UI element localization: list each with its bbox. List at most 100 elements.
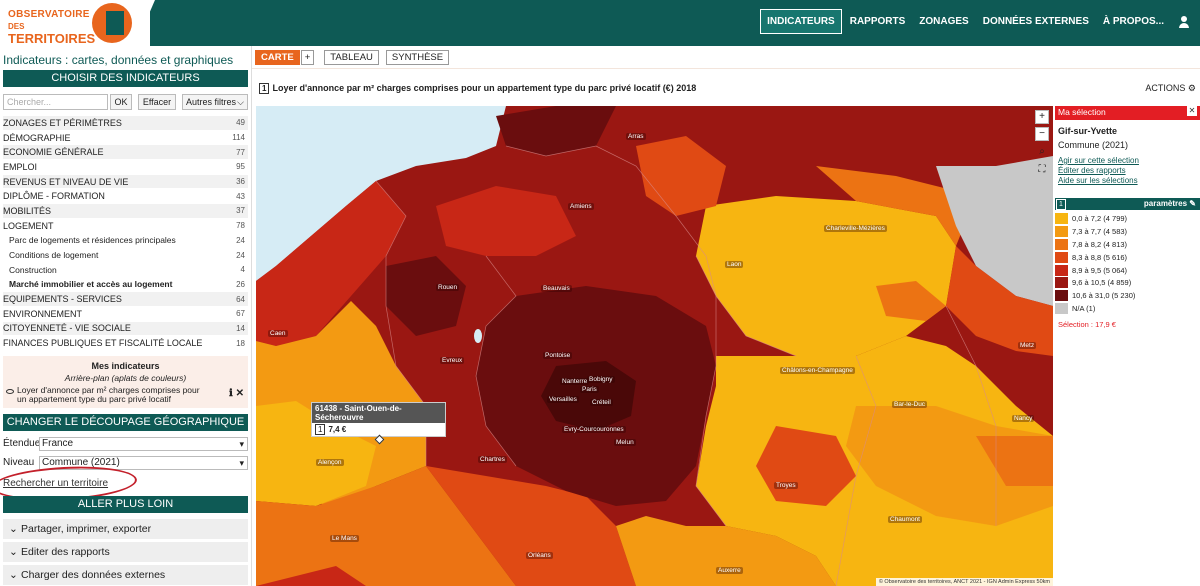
city-label-rouen: Rouen [436, 284, 460, 291]
subcategory-label: Conditions de logement [9, 250, 99, 261]
city-label-evry-courcouronnes: Evry-Courcouronnes [562, 426, 626, 433]
nav-indicateurs[interactable]: INDICATEURS [760, 9, 842, 34]
category-label: EMPLOI [3, 161, 38, 172]
share-print-export-accordion[interactable]: ⌄ Partager, imprimer, exporter [3, 519, 248, 539]
category-count: 18 [236, 338, 245, 348]
category-item[interactable]: DÉMOGRAPHIE 114 [3, 131, 248, 146]
nav-a-propos[interactable]: À PROPOS... [1097, 10, 1170, 33]
legend-label: 0,0 à 7,2 (4 799) [1072, 214, 1128, 224]
legend-item[interactable]: 10,6 à 31,0 (5 230) [1055, 290, 1200, 302]
change-geography-header[interactable]: CHANGER LE DÉCOUPAGE GÉOGRAPHIQUE [3, 414, 248, 431]
legend-params-button[interactable]: paramètres ✎ [1144, 199, 1196, 208]
legend-label: 7,8 à 8,2 (4 813) [1072, 239, 1128, 249]
category-item[interactable]: EQUIPEMENTS - SERVICES 64 [3, 292, 248, 307]
legend-item[interactable]: 7,3 à 7,7 (4 583) [1055, 226, 1200, 238]
tab-synthese[interactable]: SYNTHÈSE [385, 50, 450, 65]
category-item[interactable]: FINANCES PUBLIQUES ET FISCALITÉ LOCALE 18 [3, 336, 248, 351]
selection-header: Ma sélection ✕ [1055, 106, 1200, 120]
category-label: EQUIPEMENTS - SERVICES [3, 294, 122, 305]
clear-button[interactable]: Effacer [138, 94, 176, 110]
subcategory-item[interactable]: Parc de logements et résidences principa… [3, 234, 248, 249]
search-icon[interactable]: ⌕ [1035, 146, 1049, 160]
subcategory-item-selected[interactable]: Marché immobilier et accès au logement 26 [3, 278, 248, 293]
city-label-auxerre: Auxerre [716, 567, 743, 574]
legend-item[interactable]: N/A (1) [1055, 302, 1200, 315]
left-sidebar: Indicateurs : cartes, données et graphiq… [0, 46, 252, 586]
legend-item[interactable]: 0,0 à 7,2 (4 799) [1055, 213, 1200, 225]
page-title: Indicateurs : cartes, données et graphiq… [3, 53, 234, 67]
category-item[interactable]: ENVIRONNEMENT 67 [3, 307, 248, 322]
legend-item[interactable]: 9,6 à 10,5 (4 859) [1055, 277, 1200, 289]
category-count: 14 [236, 323, 245, 333]
info-close-icons[interactable]: ℹ ✕ [229, 388, 244, 399]
my-indicators-title: Mes indicateurs [91, 361, 160, 371]
top-navigation-bar: OBSERVATOIRE DES TERRITOIRES INDICATEURS… [0, 0, 1200, 46]
subcategory-item[interactable]: Conditions de logement 24 [3, 248, 248, 263]
tooltip-title: 61438 - Saint-Ouen-de-Sécherouvre [312, 403, 445, 423]
subcategory-count: 24 [236, 235, 245, 245]
logo-mark-icon [92, 3, 132, 43]
indicator-search-input[interactable]: Chercher... [3, 94, 108, 110]
edit-reports-link[interactable]: Éditer des rapports [1055, 166, 1200, 176]
category-item[interactable]: CITOYENNETÉ - VIE SOCIALE 14 [3, 321, 248, 337]
category-item[interactable]: EMPLOI 95 [3, 160, 248, 175]
category-item[interactable]: ZONAGES ET PÉRIMÈTRES 49 [3, 116, 248, 131]
legend-label: 10,6 à 31,0 (5 230) [1072, 291, 1136, 301]
nav-zonages[interactable]: ZONAGES [913, 10, 974, 33]
search-ok-button[interactable]: OK [110, 94, 132, 110]
visibility-eye-icon[interactable] [6, 389, 14, 394]
actions-label: ACTIONS [1145, 83, 1186, 93]
nav-donnees-externes[interactable]: DONNÉES EXTERNES [977, 10, 1095, 33]
map-title-text: Loyer d'annonce par m² charges comprises… [272, 83, 697, 93]
close-icon[interactable]: ✕ [1187, 106, 1197, 116]
chevron-down-icon: ⌄ [9, 523, 18, 535]
legend-item[interactable]: 8,9 à 9,5 (5 064) [1055, 264, 1200, 276]
active-indicator-label[interactable]: Loyer d'annonce par m² charges comprises… [17, 386, 207, 404]
subcategory-count: 26 [236, 279, 245, 289]
actions-menu[interactable]: ACTIONS ⚙ [1145, 83, 1196, 94]
fullscreen-icon[interactable]: ⛶ [1035, 164, 1049, 178]
choropleth-map[interactable]: Arras Amiens Charleville-Mézières Laon R… [256, 106, 1053, 586]
category-item[interactable]: LOGEMENT 78 [3, 219, 248, 234]
city-label-laon: Laon [725, 261, 744, 268]
user-icon[interactable] [1176, 14, 1192, 30]
scope-select[interactable]: France [39, 437, 248, 451]
tab-tableau[interactable]: TABLEAU [324, 50, 379, 65]
selection-help-link[interactable]: Aide sur les sélections [1055, 176, 1200, 186]
go-further-header[interactable]: ALLER PLUS LOIN [3, 496, 248, 513]
zoom-in-icon[interactable]: + [1035, 110, 1049, 124]
view-tabs: CARTE + TABLEAU SYNTHÈSE [255, 50, 450, 65]
category-list: ZONAGES ET PÉRIMÈTRES 49 DÉMOGRAPHIE 114 E… [3, 116, 248, 351]
nav-rapports[interactable]: RAPPORTS [844, 10, 912, 33]
selected-territory-name: Gif-sur-Yvette [1058, 126, 1118, 136]
edit-reports-accordion[interactable]: ⌄ Editer des rapports [3, 542, 248, 562]
legend-item[interactable]: 8,3 à 8,8 (5 616) [1055, 251, 1200, 263]
legend-items: 0,0 à 7,2 (4 799) 7,3 à 7,7 (4 583) 7,8 à … [1055, 213, 1200, 314]
tab-carte[interactable]: CARTE [255, 50, 300, 65]
other-filters-dropdown[interactable]: Autres filtres ⌵ [182, 94, 248, 110]
subcategory-label: Parc de logements et résidences principa… [9, 235, 176, 246]
city-label-le-mans: Le Mans [330, 535, 359, 542]
category-item[interactable]: DIPLÔME - FORMATION 43 [3, 189, 248, 205]
map-title: 1 Loyer d'annonce par m² charges comprise… [259, 83, 696, 94]
search-territory-link[interactable]: Rechercher un territoire [3, 478, 108, 489]
category-item[interactable]: MOBILITÉS 37 [3, 204, 248, 219]
tab-add-map[interactable]: + [300, 50, 315, 65]
zoom-out-icon[interactable]: − [1035, 127, 1049, 141]
load-external-data-accordion[interactable]: ⌄ Charger des données externes [3, 565, 248, 585]
choose-indicators-header[interactable]: CHOISIR DES INDICATEURS [3, 70, 248, 87]
subcategory-item[interactable]: Construction 4 [3, 263, 248, 278]
legend-item[interactable]: 7,8 à 8,2 (4 813) [1055, 238, 1200, 251]
wrench-icon: ✎ [1189, 199, 1196, 208]
logo[interactable]: OBSERVATOIRE DES TERRITOIRES [0, 0, 150, 46]
act-on-selection-link[interactable]: Agir sur cette sélection [1055, 156, 1200, 166]
map-canvas[interactable] [256, 106, 1053, 586]
selection-header-label: Ma sélection [1058, 107, 1106, 117]
category-label: CITOYENNETÉ - VIE SOCIALE [3, 323, 131, 334]
category-label: REVENUS ET NIVEAU DE VIE [3, 176, 129, 187]
city-label-troyes: Troyes [774, 482, 798, 489]
category-item[interactable]: REVENUS ET NIVEAU DE VIE 36 [3, 174, 248, 190]
category-item[interactable]: ECONOMIE GÉNÉRALE 77 [3, 145, 248, 161]
category-count: 37 [236, 206, 245, 216]
logo-text: OBSERVATOIRE DES TERRITOIRES [8, 9, 95, 45]
